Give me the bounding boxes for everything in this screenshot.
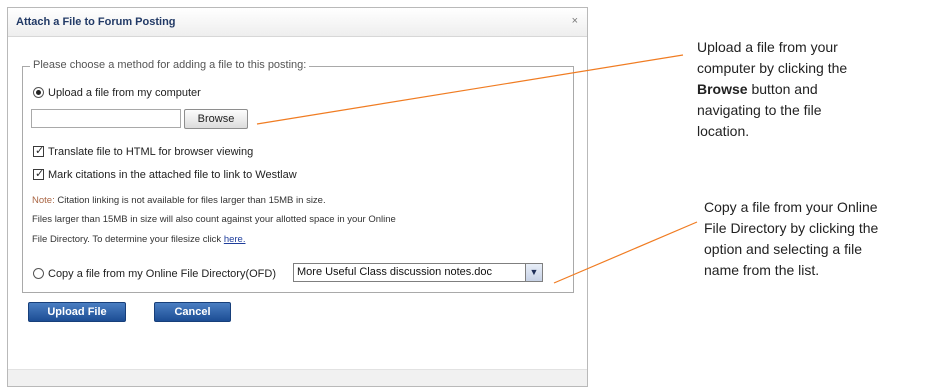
upload-callout-line-3: Browse button and: [697, 79, 847, 100]
copy-callout-line-4: name from the list.: [704, 262, 820, 278]
upload-callout-line-3-rest: button and: [747, 81, 818, 97]
upload-callout-line-5: location.: [697, 123, 750, 139]
upload-callout-line-1: Upload a file from your: [697, 39, 838, 55]
copy-callout-line-3: option and selecting a file: [704, 241, 862, 257]
upload-callout: Upload a file from your computer by clic…: [697, 37, 847, 142]
copy-callout-line-2: File Directory by clicking the: [704, 220, 879, 236]
upload-callout-line-2: computer by clicking the: [697, 60, 848, 76]
upload-callout-browse: Browse: [697, 81, 748, 97]
upload-callout-line: [256, 54, 684, 125]
copy-callout: Copy a file from your Online File Direct…: [704, 197, 878, 281]
copy-callout-line: [553, 221, 698, 284]
upload-callout-line-4: navigating to the file: [697, 102, 822, 118]
copy-callout-line-1: Copy a file from your Online: [704, 199, 878, 215]
